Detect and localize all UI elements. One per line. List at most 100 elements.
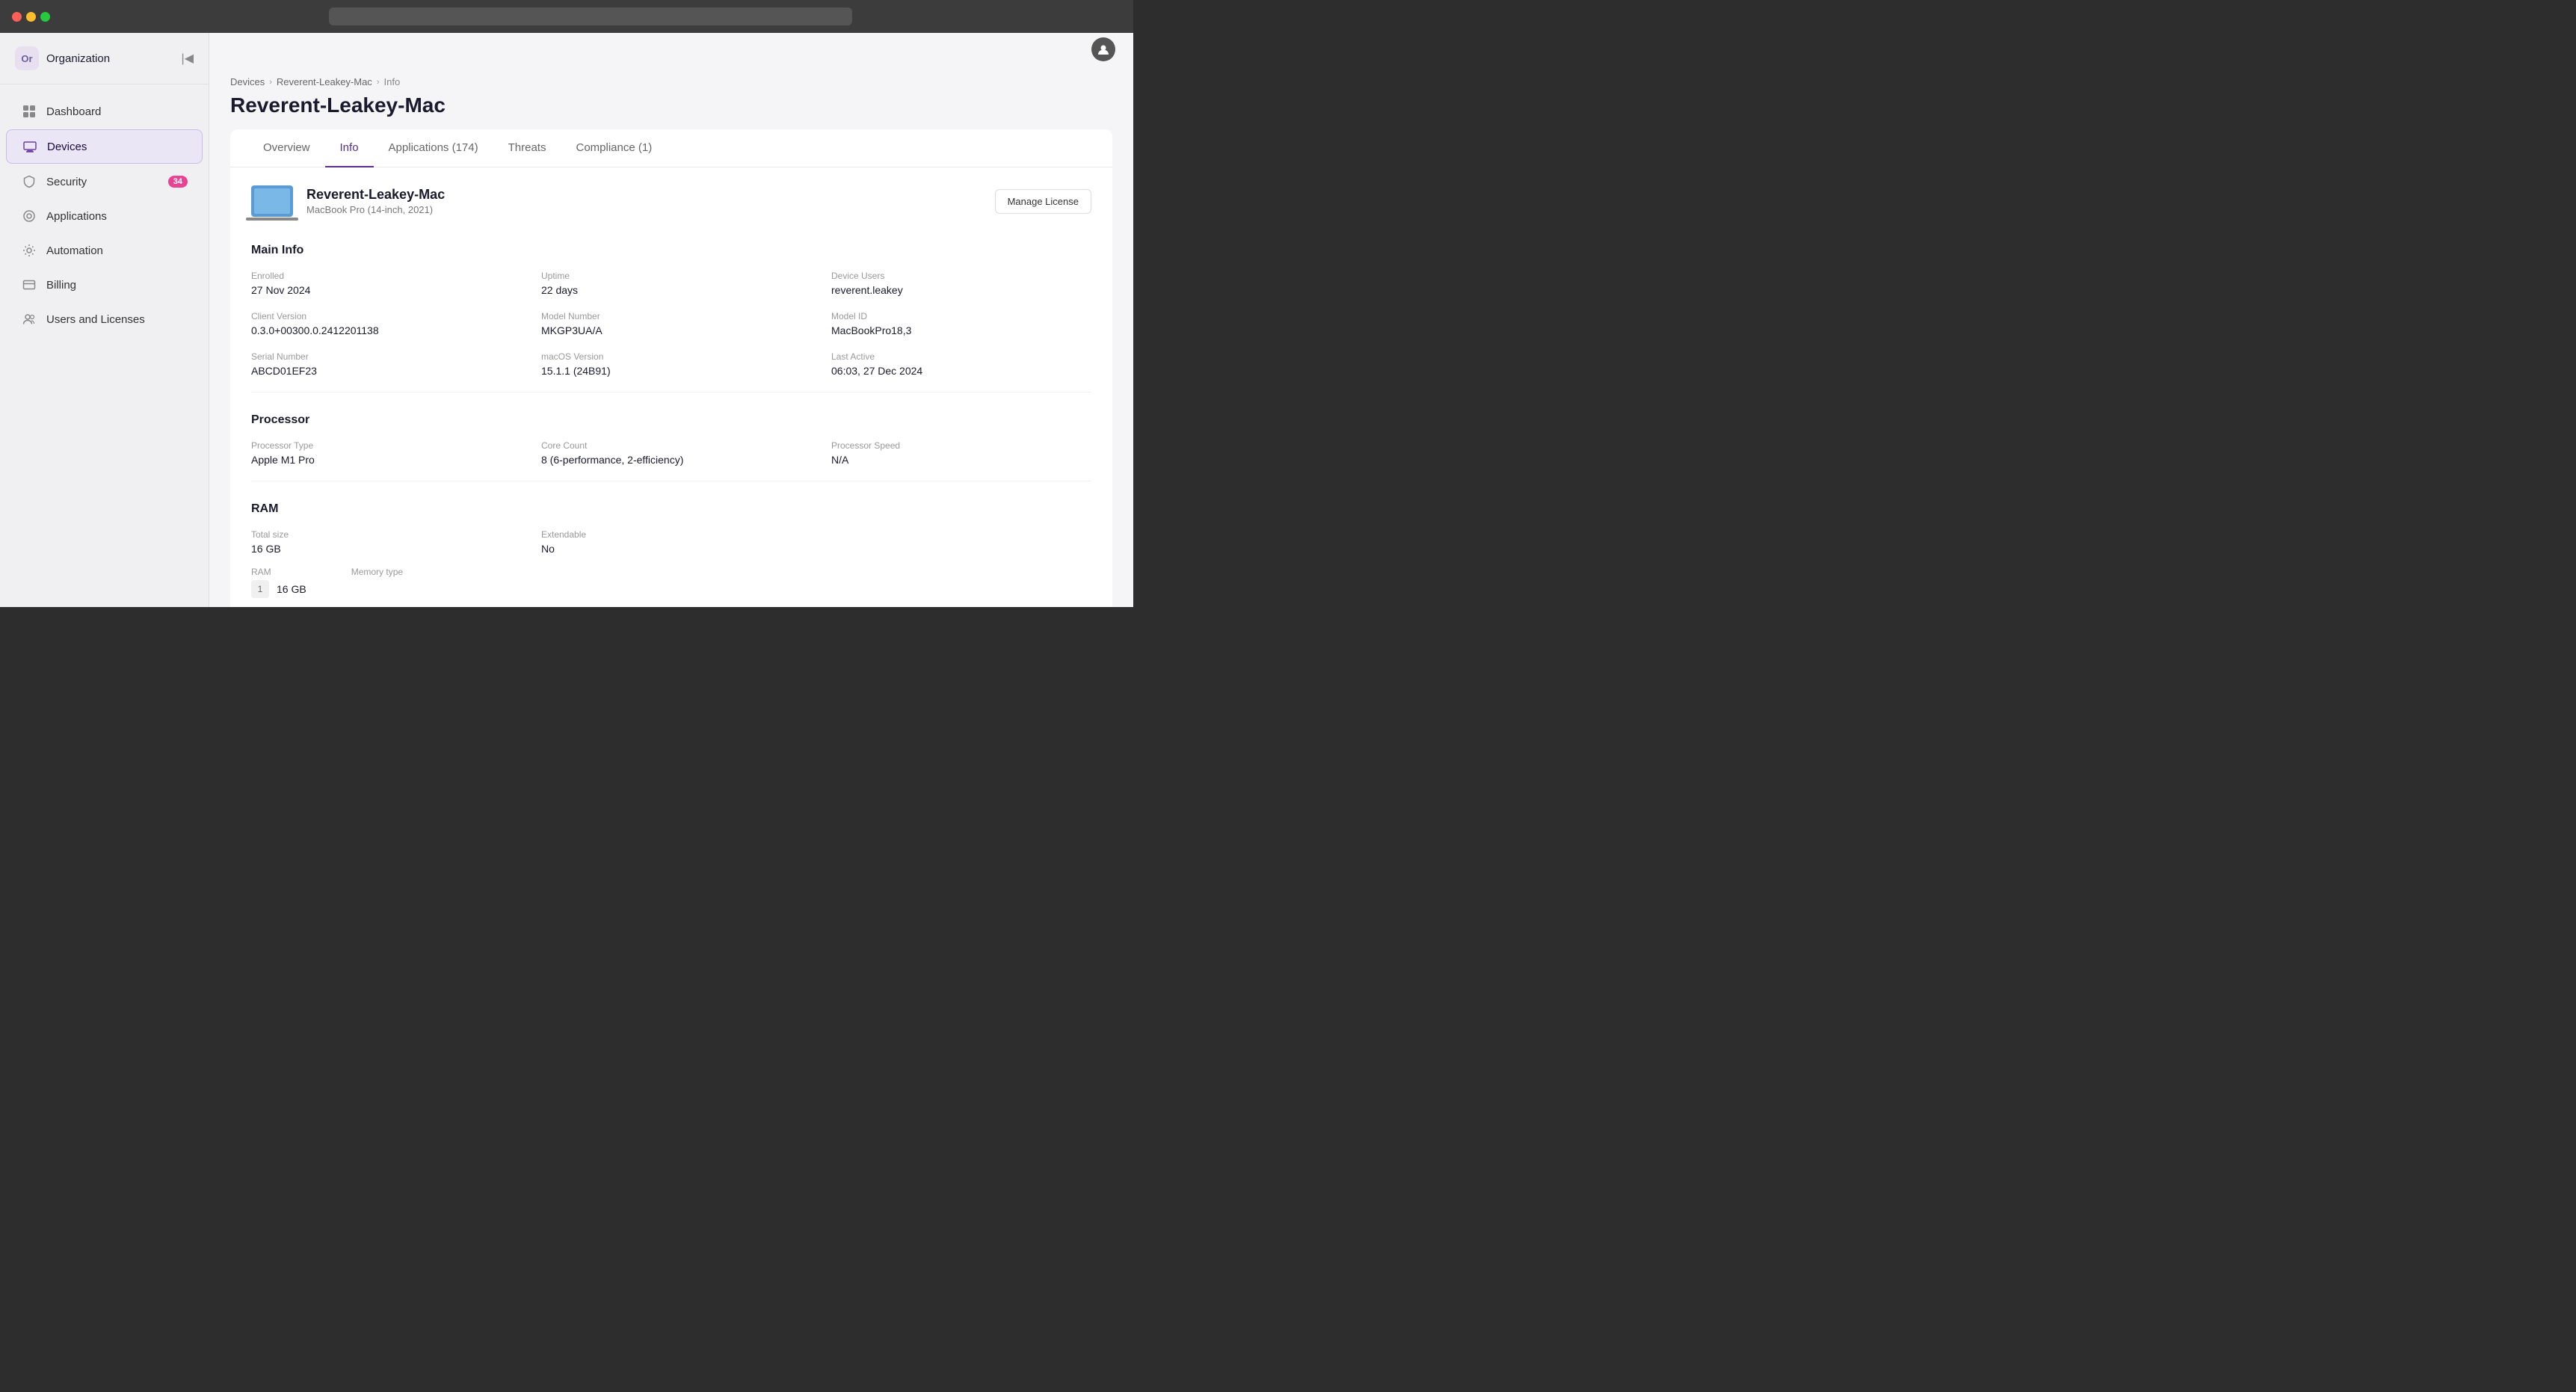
sidebar-item-security-label: Security <box>46 176 87 188</box>
processor-speed-label: Processor Speed <box>831 440 1091 451</box>
content-card: Reverent-Leakey-Mac MacBook Pro (14-inch… <box>230 167 1112 607</box>
billing-icon <box>21 277 37 293</box>
sidebar-collapse-button[interactable]: |◀ <box>182 51 194 66</box>
uptime-label: Uptime <box>541 271 801 281</box>
manage-license-button[interactable]: Manage License <box>995 189 1091 214</box>
tab-info[interactable]: Info <box>325 129 374 167</box>
model-id-value: MacBookPro18,3 <box>831 324 1091 336</box>
uptime-field: Uptime 22 days <box>541 271 801 296</box>
user-avatar[interactable] <box>1091 37 1115 61</box>
uptime-value: 22 days <box>541 284 801 296</box>
macos-version-value: 15.1.1 (24B91) <box>541 365 801 377</box>
model-number-value: MKGP3UA/A <box>541 324 801 336</box>
ram-slot-number: 1 <box>251 580 269 598</box>
address-bar[interactable] <box>329 7 852 25</box>
dashboard-icon <box>21 103 37 120</box>
breadcrumb-device-name[interactable]: Reverent-Leakey-Mac <box>277 76 372 87</box>
breadcrumb-sep-1: › <box>269 78 272 87</box>
last-active-value: 06:03, 27 Dec 2024 <box>831 365 1091 377</box>
device-name: Reverent-Leakey-Mac <box>306 187 982 203</box>
top-bar <box>209 33 1133 66</box>
serial-number-value: ABCD01EF23 <box>251 365 511 377</box>
breadcrumb-info: Info <box>383 76 400 87</box>
ram-section-title: RAM <box>251 496 1091 516</box>
processor-grid: Processor Type Apple M1 Pro Core Count 8… <box>251 440 1091 466</box>
sidebar-item-automation[interactable]: Automation <box>6 234 203 267</box>
device-info: Reverent-Leakey-Mac MacBook Pro (14-inch… <box>306 187 982 215</box>
device-users-value: reverent.leakey <box>831 284 1091 296</box>
org-avatar: Or <box>15 46 39 70</box>
sidebar-item-dashboard-label: Dashboard <box>46 105 101 118</box>
page-content: Devices › Reverent-Leakey-Mac › Info Rev… <box>209 66 1133 607</box>
extendable-value: No <box>541 543 801 555</box>
processor-section-title: Processor <box>251 407 1091 427</box>
sidebar-header: Or Organization |◀ <box>0 33 209 84</box>
sidebar-item-applications[interactable]: Applications <box>6 200 203 232</box>
macos-version-label: macOS Version <box>541 351 801 362</box>
model-id-label: Model ID <box>831 311 1091 321</box>
model-id-field: Model ID MacBookPro18,3 <box>831 311 1091 336</box>
tabs-container: Overview Info Applications (174) Threats… <box>230 129 1112 167</box>
tab-overview[interactable]: Overview <box>248 129 325 167</box>
sidebar-item-applications-label: Applications <box>46 210 107 223</box>
device-header: Reverent-Leakey-Mac MacBook Pro (14-inch… <box>251 185 1091 217</box>
model-number-field: Model Number MKGP3UA/A <box>541 311 801 336</box>
breadcrumb-sep-2: › <box>377 78 380 87</box>
org-name: Organization <box>46 52 110 65</box>
sidebar-item-users-licenses[interactable]: Users and Licenses <box>6 303 203 336</box>
processor-speed-field: Processor Speed N/A <box>831 440 1091 466</box>
sidebar-item-billing[interactable]: Billing <box>6 268 203 301</box>
device-model: MacBook Pro (14-inch, 2021) <box>306 204 982 215</box>
core-count-value: 8 (6-performance, 2-efficiency) <box>541 454 801 466</box>
ram-slot-field: RAM 1 16 GB <box>251 567 306 598</box>
client-version-value: 0.3.0+00300.0.2412201138 <box>251 324 511 336</box>
memory-type-label: Memory type <box>351 567 403 577</box>
client-version-label: Client Version <box>251 311 511 321</box>
sidebar-item-billing-label: Billing <box>46 279 76 292</box>
core-count-field: Core Count 8 (6-performance, 2-efficienc… <box>541 440 801 466</box>
users-icon <box>21 311 37 327</box>
client-version-field: Client Version 0.3.0+00300.0.2412201138 <box>251 311 511 336</box>
sidebar-item-devices[interactable]: Devices <box>6 129 203 164</box>
device-users-field: Device Users reverent.leakey <box>831 271 1091 296</box>
breadcrumb-devices[interactable]: Devices <box>230 76 265 87</box>
enrolled-field: Enrolled 27 Nov 2024 <box>251 271 511 296</box>
last-active-field: Last Active 06:03, 27 Dec 2024 <box>831 351 1091 377</box>
breadcrumb: Devices › Reverent-Leakey-Mac › Info <box>230 66 1112 93</box>
extendable-field: Extendable No <box>541 529 801 555</box>
processor-type-value: Apple M1 Pro <box>251 454 511 466</box>
tab-applications[interactable]: Applications (174) <box>374 129 493 167</box>
sidebar-item-devices-label: Devices <box>47 141 87 153</box>
serial-number-field: Serial Number ABCD01EF23 <box>251 351 511 377</box>
close-button[interactable] <box>12 12 22 22</box>
device-users-label: Device Users <box>831 271 1091 281</box>
applications-icon <box>21 208 37 224</box>
last-active-label: Last Active <box>831 351 1091 362</box>
minimize-button[interactable] <box>26 12 36 22</box>
ram-grid: Total size 16 GB Extendable No <box>251 529 1091 555</box>
ram-slot-value: 16 GB <box>277 583 306 595</box>
automation-icon <box>21 242 37 259</box>
sidebar-item-users-licenses-label: Users and Licenses <box>46 313 145 326</box>
sidebar-item-automation-label: Automation <box>46 244 103 257</box>
enrolled-value: 27 Nov 2024 <box>251 284 511 296</box>
main-info-grid: Enrolled 27 Nov 2024 Uptime 22 days Devi… <box>251 271 1091 377</box>
serial-number-label: Serial Number <box>251 351 511 362</box>
device-icon <box>251 185 293 217</box>
sidebar-item-dashboard[interactable]: Dashboard <box>6 95 203 128</box>
maximize-button[interactable] <box>40 12 50 22</box>
traffic-lights <box>12 12 50 22</box>
browser-chrome <box>0 0 1133 33</box>
core-count-label: Core Count <box>541 440 801 451</box>
ram-slot-label: RAM <box>251 567 306 577</box>
total-size-label: Total size <box>251 529 511 540</box>
sidebar-item-security[interactable]: Security 34 <box>6 165 203 198</box>
total-size-field: Total size 16 GB <box>251 529 511 555</box>
enrolled-label: Enrolled <box>251 271 511 281</box>
processor-type-label: Processor Type <box>251 440 511 451</box>
laptop-screen-icon <box>254 188 290 214</box>
page-title: Reverent-Leakey-Mac <box>230 93 1112 117</box>
tab-compliance[interactable]: Compliance (1) <box>561 129 667 167</box>
tab-threats[interactable]: Threats <box>493 129 561 167</box>
macos-version-field: macOS Version 15.1.1 (24B91) <box>541 351 801 377</box>
